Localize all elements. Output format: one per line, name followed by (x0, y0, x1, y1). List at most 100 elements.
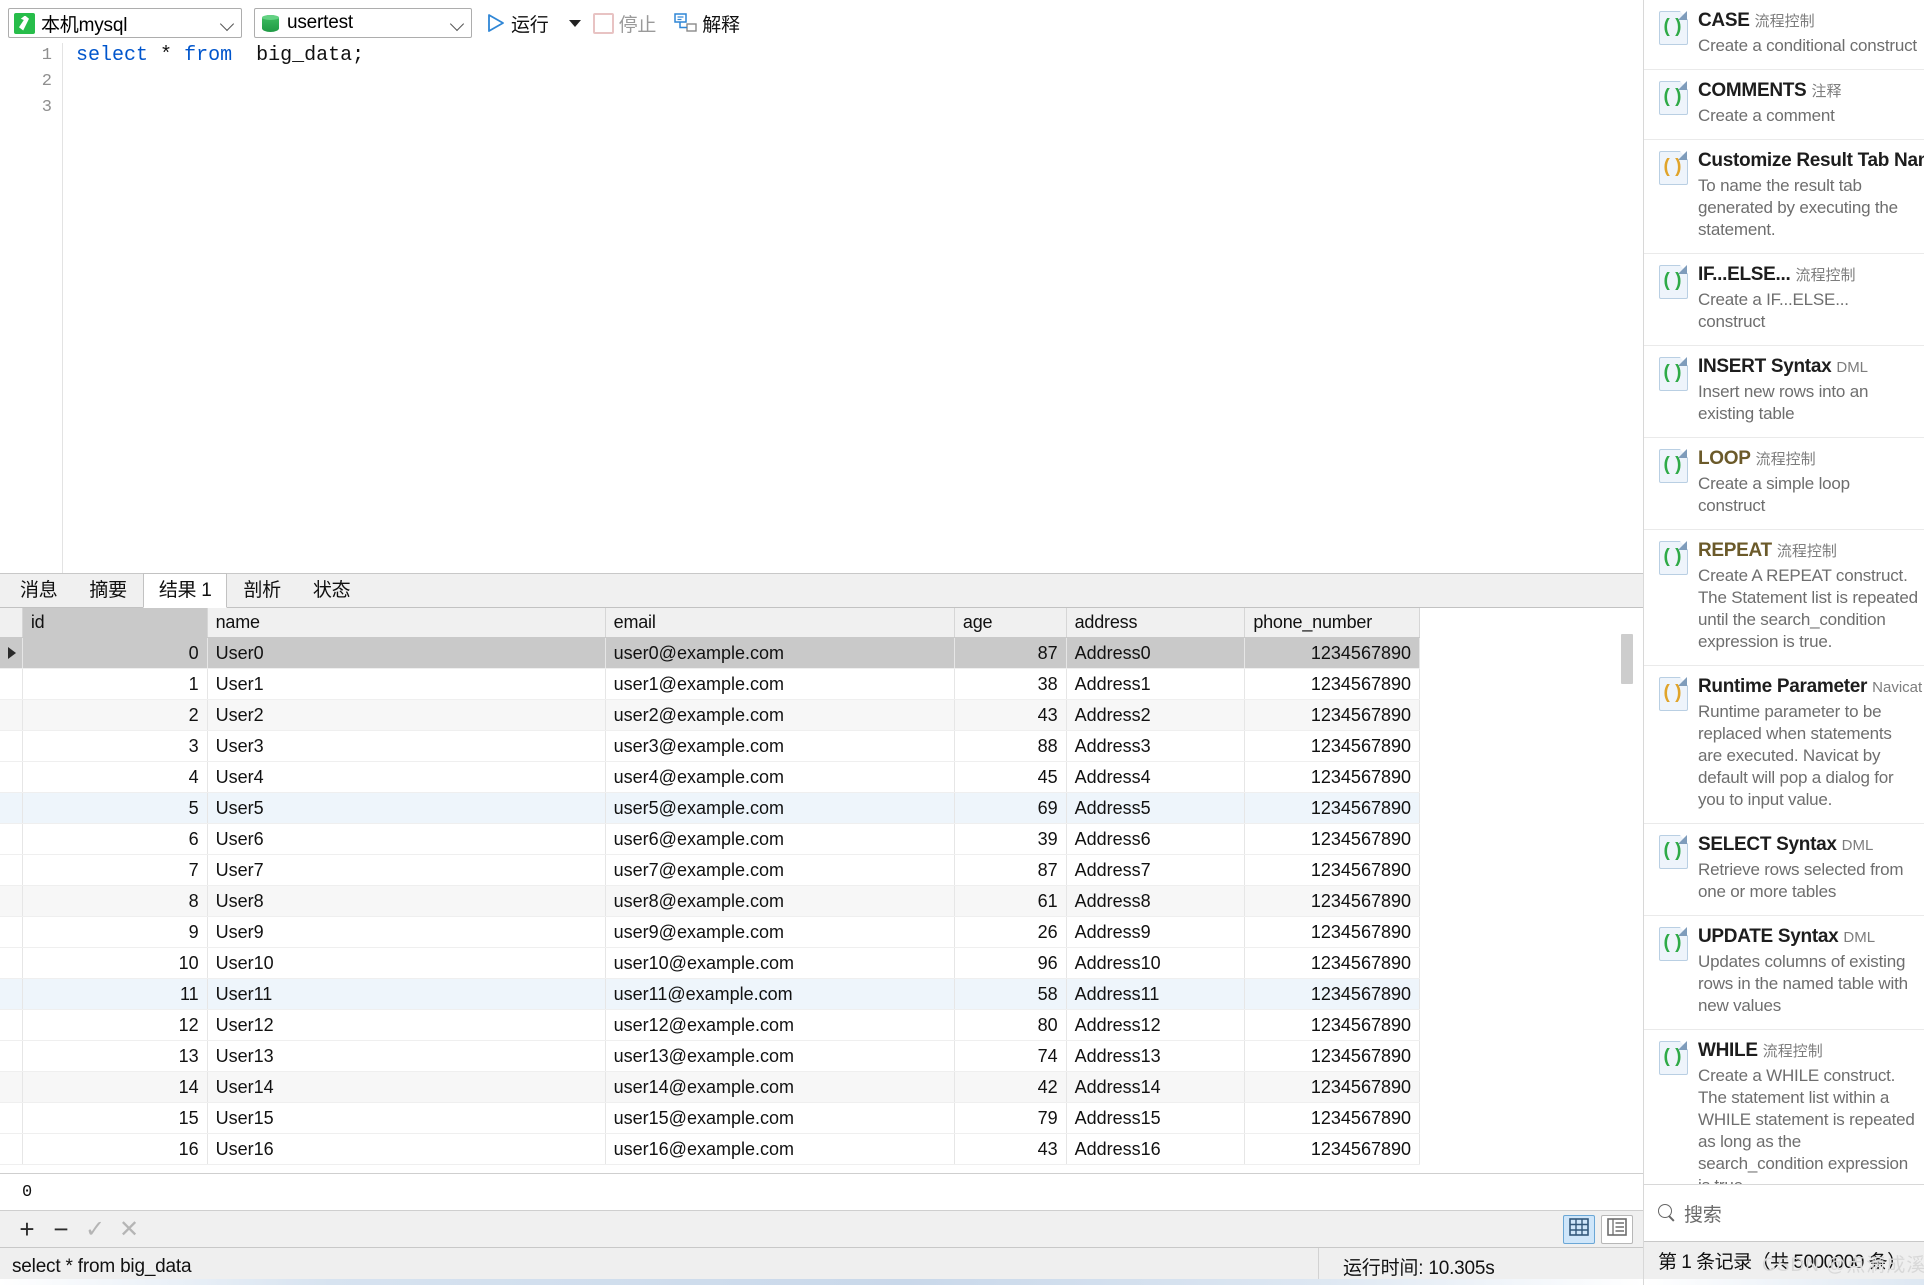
cell-id[interactable]: 4 (22, 761, 208, 793)
cancel-changes-button[interactable]: ✕ (112, 1214, 146, 1244)
stop-button[interactable]: 停止 (587, 7, 663, 39)
cell-phone_number[interactable]: 1234567890 (1244, 823, 1420, 855)
row-indicator[interactable] (0, 978, 23, 1010)
cell-address[interactable]: Address9 (1066, 916, 1246, 948)
table-row[interactable]: 4 User4 user4@example.com 45 Address4 1234567… (0, 761, 1420, 793)
tab-summary[interactable]: 摘要 (73, 573, 142, 607)
cell-name[interactable]: User15 (207, 1102, 606, 1134)
cell-age[interactable]: 26 (954, 916, 1067, 948)
table-row[interactable]: 15 User15 user15@example.com 79 Address15 123… (0, 1102, 1420, 1134)
cell-phone_number[interactable]: 1234567890 (1244, 699, 1420, 731)
cell-phone_number[interactable]: 1234567890 (1244, 730, 1420, 762)
cell-id[interactable]: 2 (22, 699, 208, 731)
cell-id[interactable]: 9 (22, 916, 208, 948)
table-row[interactable]: 9 User9 user9@example.com 26 Address9 1234567… (0, 916, 1420, 948)
cell-phone_number[interactable]: 1234567890 (1244, 1133, 1420, 1165)
snippet-item[interactable]: ( ) UPDATE Syntax DML Updates columns of ex… (1644, 916, 1924, 1030)
cell-address[interactable]: Address6 (1066, 823, 1246, 855)
cell-address[interactable]: Address15 (1066, 1102, 1246, 1134)
cell-email[interactable]: user10@example.com (605, 947, 955, 979)
column-header-email[interactable]: email (605, 608, 955, 638)
cell-email[interactable]: user7@example.com (605, 854, 955, 886)
cell-phone_number[interactable]: 1234567890 (1244, 1071, 1420, 1103)
cell-phone_number[interactable]: 1234567890 (1244, 916, 1420, 948)
cell-phone_number[interactable]: 1234567890 (1244, 1102, 1420, 1134)
result-grid[interactable]: id name email age address phone_number 0… (0, 608, 1643, 1173)
cell-name[interactable]: User10 (207, 947, 606, 979)
cell-id[interactable]: 11 (22, 978, 208, 1010)
table-row[interactable]: 2 User2 user2@example.com 43 Address2 1234567… (0, 699, 1420, 731)
cell-address[interactable]: Address3 (1066, 730, 1246, 762)
cell-name[interactable]: User0 (207, 637, 606, 669)
table-row[interactable]: 7 User7 user7@example.com 87 Address7 1234567… (0, 854, 1420, 886)
row-indicator[interactable] (0, 668, 23, 700)
table-row[interactable]: 1 User1 user1@example.com 38 Address1 1234567… (0, 668, 1420, 700)
row-indicator[interactable] (0, 1009, 23, 1041)
table-row[interactable]: 11 User11 user11@example.com 58 Address11 123… (0, 978, 1420, 1010)
row-indicator[interactable] (0, 761, 23, 793)
cell-phone_number[interactable]: 1234567890 (1244, 854, 1420, 886)
cell-age[interactable]: 79 (954, 1102, 1067, 1134)
cell-address[interactable]: Address0 (1066, 637, 1246, 669)
grid-view-button[interactable] (1563, 1214, 1595, 1244)
row-indicator[interactable] (0, 699, 23, 731)
tab-profile[interactable]: 剖析 (227, 573, 296, 607)
cell-id[interactable]: 16 (22, 1133, 208, 1165)
cell-email[interactable]: user12@example.com (605, 1009, 955, 1041)
cell-name[interactable]: User6 (207, 823, 606, 855)
snippet-item[interactable]: ( ) WHILE 流程控制 Create a WHILE construct. Th… (1644, 1030, 1924, 1184)
database-select[interactable]: usertest (254, 8, 472, 38)
cell-email[interactable]: user4@example.com (605, 761, 955, 793)
snippet-item[interactable]: ( ) INSERT Syntax DML Insert new rows into … (1644, 346, 1924, 438)
cell-name[interactable]: User5 (207, 792, 606, 824)
table-row[interactable]: 3 User3 user3@example.com 88 Address3 1234567… (0, 730, 1420, 762)
snippet-item[interactable]: ( ) Customize Result Tab Name To name the … (1644, 140, 1924, 254)
cell-address[interactable]: Address2 (1066, 699, 1246, 731)
row-indicator[interactable] (0, 637, 23, 669)
row-indicator[interactable] (0, 1133, 23, 1165)
table-row[interactable]: 8 User8 user8@example.com 61 Address8 1234567… (0, 885, 1420, 917)
row-indicator[interactable] (0, 730, 23, 762)
snippet-item[interactable]: ( ) CASE 流程控制 Create a conditional construc… (1644, 0, 1924, 70)
table-row[interactable]: 10 User10 user10@example.com 96 Address10 123… (0, 947, 1420, 979)
cell-email[interactable]: user2@example.com (605, 699, 955, 731)
cell-name[interactable]: User4 (207, 761, 606, 793)
cell-address[interactable]: Address14 (1066, 1071, 1246, 1103)
cell-id[interactable]: 13 (22, 1040, 208, 1072)
cell-age[interactable]: 43 (954, 1133, 1067, 1165)
table-row[interactable]: 0 User0 user0@example.com 87 Address0 1234567… (0, 637, 1420, 669)
cell-email[interactable]: user0@example.com (605, 637, 955, 669)
snippet-search[interactable]: 搜索 (1644, 1184, 1924, 1241)
cell-address[interactable]: Address16 (1066, 1133, 1246, 1165)
cell-email[interactable]: user13@example.com (605, 1040, 955, 1072)
snippets-list[interactable]: ( ) CASE 流程控制 Create a conditional construc… (1644, 0, 1924, 1184)
cell-phone_number[interactable]: 1234567890 (1244, 1040, 1420, 1072)
cell-email[interactable]: user15@example.com (605, 1102, 955, 1134)
column-header-id[interactable]: id (22, 608, 208, 638)
cell-phone_number[interactable]: 1234567890 (1244, 947, 1420, 979)
cell-name[interactable]: User2 (207, 699, 606, 731)
table-row[interactable]: 13 User13 user13@example.com 74 Address13 123… (0, 1040, 1420, 1072)
editor-vertical-scrollbar[interactable] (1625, 43, 1643, 573)
cell-address[interactable]: Address10 (1066, 947, 1246, 979)
grid-vertical-scrollbar[interactable] (1619, 634, 1635, 1173)
row-indicator[interactable] (0, 1071, 23, 1103)
cell-email[interactable]: user6@example.com (605, 823, 955, 855)
cell-age[interactable]: 61 (954, 885, 1067, 917)
row-indicator[interactable] (0, 1040, 23, 1072)
snippet-item[interactable]: ( ) IF...ELSE... 流程控制 Create a IF...ELSE...… (1644, 254, 1924, 346)
cell-id[interactable]: 3 (22, 730, 208, 762)
row-indicator[interactable] (0, 854, 23, 886)
tab-messages[interactable]: 消息 (4, 573, 73, 607)
cell-address[interactable]: Address11 (1066, 978, 1246, 1010)
cell-address[interactable]: Address5 (1066, 792, 1246, 824)
apply-changes-button[interactable]: ✓ (78, 1214, 112, 1244)
cell-age[interactable]: 80 (954, 1009, 1067, 1041)
snippet-item[interactable]: ( ) Runtime Parameter Navicat Runtime param… (1644, 666, 1924, 824)
cell-id[interactable]: 10 (22, 947, 208, 979)
cell-age[interactable]: 39 (954, 823, 1067, 855)
grid-scrollbar-thumb[interactable] (1621, 634, 1633, 684)
snippet-item[interactable]: ( ) LOOP 流程控制 Create a simple loop construc… (1644, 438, 1924, 530)
cell-name[interactable]: User11 (207, 978, 606, 1010)
tab-status[interactable]: 状态 (297, 573, 366, 607)
